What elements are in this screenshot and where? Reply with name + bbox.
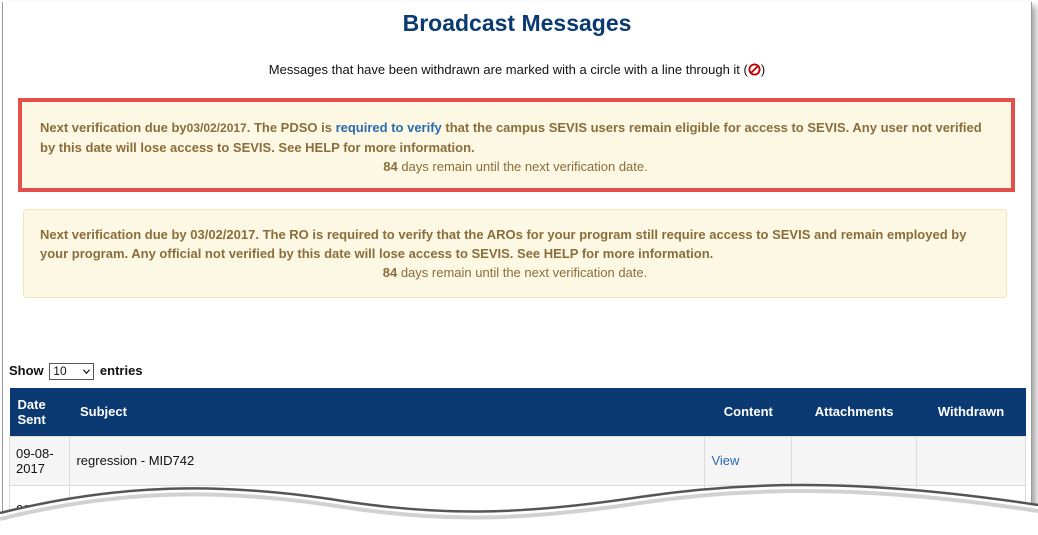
chevron-down-icon [83,369,91,375]
alert-message: Next verification due by03/02/2017. The … [40,118,991,157]
required-to-verify-link[interactable]: required to verify [336,120,442,135]
torn-edge-decoration [0,483,1038,535]
pdso-verification-alert: Next verification due by03/02/2017. The … [18,98,1015,192]
page-title: Broadcast Messages [402,10,632,36]
entries-control: Show 10 entries [9,363,143,381]
alert-lead: Next verification due by [40,120,187,135]
alert-lead: Next verification due by [40,227,191,242]
alert-message: Next verification due by 03/02/2017. The… [40,225,990,263]
entries-selected-value: 10 [53,364,67,379]
days-remaining: 84 days remain until the next verificati… [40,263,990,282]
col-attachments[interactable]: Attachments [792,388,917,436]
page-frame: Broadcast Messages Messages that have be… [2,2,1032,522]
col-content[interactable]: Content [705,388,792,436]
days-count: 84 [382,265,398,280]
withdrawn-note: Messages that have been withdrawn are ma… [3,62,1031,77]
days-remaining: 84 days remain until the next verificati… [40,157,991,176]
col-date-sent[interactable]: Date Sent [10,388,70,436]
ro-verification-alert: Next verification due by 03/02/2017. The… [23,209,1007,298]
entries-label: entries [99,363,143,378]
table-header-row: Date Sent Subject Content Attachments Wi… [9,388,1026,436]
withdrawn-note-text: Messages that have been withdrawn are ma… [268,62,748,77]
col-subject[interactable]: Subject [70,388,705,436]
withdrawn-note-end: ) [760,62,766,77]
days-text: days remain until the next verification … [397,159,648,174]
days-text: days remain until the next verification … [397,265,648,280]
show-label: Show [9,363,44,378]
alert-date: 03/02/2017 [190,227,256,242]
withdrawn-ban-icon [748,63,761,76]
days-count: 84 [383,159,398,174]
entries-select[interactable]: 10 [49,363,95,381]
alert-date: 03/02/2017 [186,121,247,135]
col-withdrawn[interactable]: Withdrawn [917,388,1026,436]
alert-text: . The PDSO is [246,120,336,135]
